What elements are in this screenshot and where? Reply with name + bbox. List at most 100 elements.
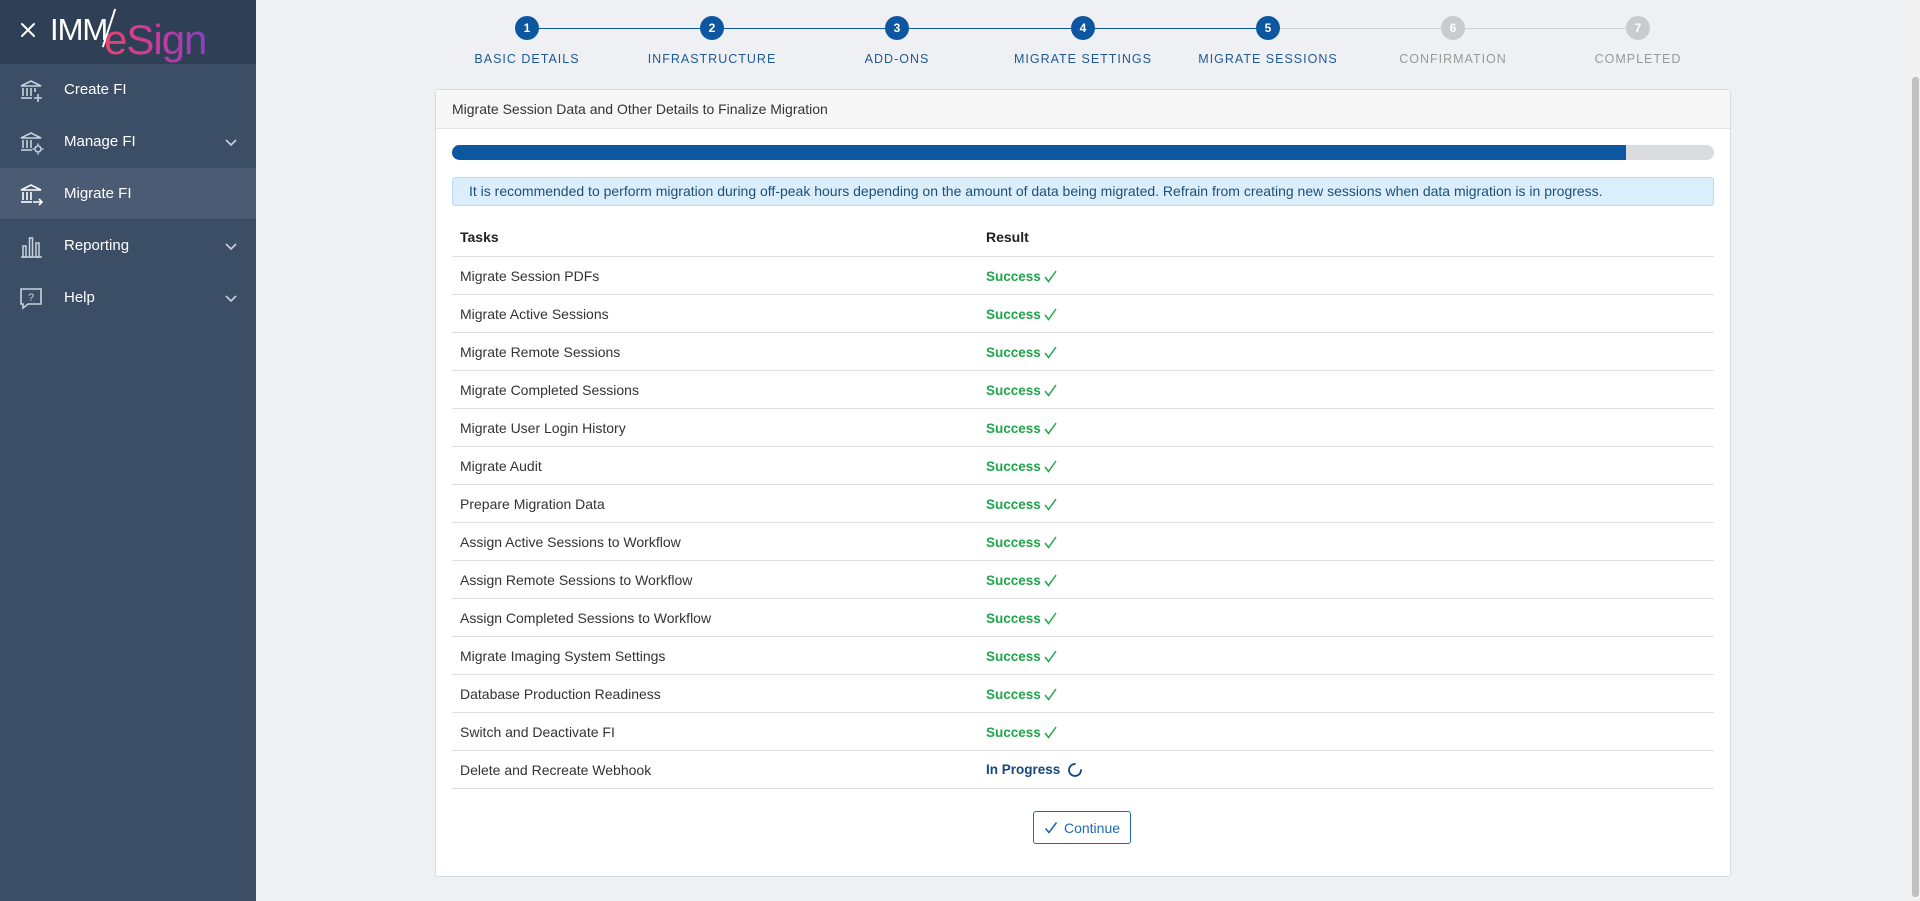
step-label: COMPLETED: [1594, 52, 1682, 66]
step-number: 5: [1256, 16, 1280, 40]
task-result: Success: [978, 522, 1714, 561]
check-icon: [1044, 384, 1057, 398]
step-add-ons: 3 ADD-ONS: [817, 16, 977, 66]
migration-progress-bar: [452, 145, 1714, 160]
table-header-row: Tasks Result: [452, 218, 1714, 257]
step-label: INFRASTRUCTURE: [647, 52, 777, 66]
task-name: Migrate Completed Sessions: [452, 370, 978, 409]
result-status: Success: [986, 572, 1041, 588]
step-label: MIGRATE SESSIONS: [1198, 52, 1338, 66]
step-migrate-sessions: 5 MIGRATE SESSIONS: [1188, 16, 1348, 66]
step-label: BASIC DETAILS: [474, 52, 580, 66]
result-status: Success: [986, 610, 1041, 626]
task-name: Migrate Active Sessions: [452, 294, 978, 333]
sidebar-item-label: Create FI: [64, 81, 127, 98]
sidebar-item-manage-fi[interactable]: Manage FI: [0, 116, 256, 167]
table-row: Migrate Audit Success: [452, 446, 1714, 485]
task-result: In Progress: [978, 750, 1714, 789]
task-name: Migrate Audit: [452, 446, 978, 485]
task-result: Success: [978, 446, 1714, 485]
check-icon: [1044, 536, 1057, 550]
task-result: Success: [978, 712, 1714, 751]
table-row: Assign Completed Sessions to Workflow Suc…: [452, 598, 1714, 637]
chevron-down-icon: [225, 138, 237, 146]
sidebar: IMM eSign Create FI Manage FI Migrate FI Re…: [0, 0, 256, 901]
result-status: Success: [986, 306, 1041, 322]
task-name: Assign Remote Sessions to Workflow: [452, 560, 978, 599]
chevron-down-icon: [225, 294, 237, 302]
task-result: Success: [978, 408, 1714, 447]
sidebar-item-label: Reporting: [64, 237, 130, 254]
table-row: Assign Remote Sessions to Workflow Succes…: [452, 560, 1714, 599]
tasks-table: Tasks Result Migrate Session PDFs Success…: [452, 218, 1714, 789]
task-name: Switch and Deactivate FI: [452, 712, 978, 751]
step-label: MIGRATE SETTINGS: [1014, 52, 1152, 66]
task-result: Success: [978, 256, 1714, 295]
task-name: Database Production Readiness: [452, 674, 978, 713]
table-row: Migrate User Login History Success: [452, 408, 1714, 447]
task-result: Success: [978, 332, 1714, 371]
card-title: Migrate Session Data and Other Details t…: [436, 90, 1730, 129]
step-number: 3: [885, 16, 909, 40]
task-result: Success: [978, 370, 1714, 409]
step-number: 1: [515, 16, 539, 40]
result-status: Success: [986, 420, 1041, 436]
task-name: Migrate Session PDFs: [452, 256, 978, 295]
sidebar-item-create-fi[interactable]: Create FI: [0, 64, 256, 115]
check-icon: [1044, 308, 1057, 322]
table-row: Migrate Completed Sessions Success: [452, 370, 1714, 409]
task-name: Assign Completed Sessions to Workflow: [452, 598, 978, 637]
table-row: Database Production Readiness Success: [452, 674, 1714, 713]
progress-fill: [452, 145, 1626, 160]
sidebar-item-reporting[interactable]: Reporting: [0, 220, 256, 271]
task-name: Migrate User Login History: [452, 408, 978, 447]
sidebar-header: IMM eSign: [0, 0, 256, 64]
help-bubble-icon: ?: [20, 287, 42, 310]
step-label: CONFIRMATION: [1399, 52, 1507, 66]
table-row: Assign Active Sessions to Workflow Succes…: [452, 522, 1714, 561]
task-result: Success: [978, 484, 1714, 523]
check-icon: [1044, 688, 1057, 702]
sidebar-item-label: Manage FI: [64, 133, 136, 150]
sidebar-item-migrate-fi[interactable]: Migrate FI: [0, 168, 256, 219]
step-infrastructure: 2 INFRASTRUCTURE: [632, 16, 792, 66]
table-row: Switch and Deactivate FI Success: [452, 712, 1714, 751]
table-row: Migrate Session PDFs Success: [452, 256, 1714, 295]
check-icon: [1044, 650, 1057, 664]
migration-card: Migrate Session Data and Other Details t…: [435, 89, 1731, 877]
scrollbar-thumb[interactable]: [1912, 77, 1919, 897]
step-confirmation: 6 CONFIRMATION: [1373, 16, 1533, 66]
continue-label: Continue: [1063, 819, 1121, 836]
table-row: Migrate Active Sessions Success: [452, 294, 1714, 333]
task-name: Migrate Remote Sessions: [452, 332, 978, 371]
bank-gear-icon: [20, 131, 44, 154]
bank-arrow-icon: [20, 183, 44, 206]
task-result: Success: [978, 560, 1714, 599]
step-number: 4: [1071, 16, 1095, 40]
result-status: Success: [986, 268, 1041, 284]
task-name: Delete and Recreate Webhook: [452, 750, 978, 789]
task-name: Prepare Migration Data: [452, 484, 978, 523]
result-status: Success: [986, 534, 1041, 550]
check-icon: [1044, 612, 1057, 626]
task-name: Migrate Imaging System Settings: [452, 636, 978, 675]
table-row: Prepare Migration Data Success: [452, 484, 1714, 523]
page-scrollbar[interactable]: [1911, 0, 1920, 901]
check-icon: [1044, 498, 1057, 512]
step-migrate-settings: 4 MIGRATE SETTINGS: [1003, 16, 1163, 66]
result-status: Success: [986, 382, 1041, 398]
continue-button[interactable]: Continue: [1033, 811, 1131, 844]
logo-esign: eSign: [104, 16, 207, 63]
sidebar-item-label: Help: [64, 289, 95, 306]
check-icon: [1044, 460, 1057, 474]
sidebar-item-help[interactable]: ? Help: [0, 272, 256, 323]
result-status: Success: [986, 458, 1041, 474]
table-row: Delete and Recreate Webhook In Progress: [452, 750, 1714, 789]
table-row: Migrate Remote Sessions Success: [452, 332, 1714, 371]
task-name: Assign Active Sessions to Workflow: [452, 522, 978, 561]
check-icon: [1044, 574, 1057, 588]
spinner-icon: [1068, 763, 1083, 778]
close-icon[interactable]: [18, 20, 38, 40]
bank-plus-icon: [20, 79, 42, 102]
result-status: In Progress: [986, 761, 1061, 777]
